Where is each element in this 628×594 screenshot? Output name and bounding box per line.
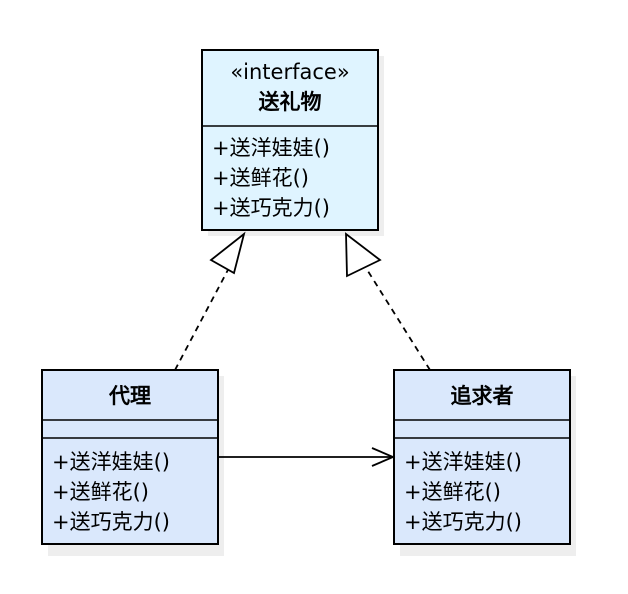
- pursuer-method: +送巧克力(): [404, 510, 522, 534]
- interface-stereotype: «interface»: [230, 60, 349, 84]
- realization-line: [365, 267, 431, 371]
- proxy-method: +送洋娃娃(): [52, 450, 170, 474]
- realization-proxy-interface: [174, 231, 246, 371]
- proxy-method: +送巧克力(): [52, 510, 170, 534]
- proxy-method: +送鲜花(): [52, 480, 149, 504]
- association-proxy-pursuer: [218, 447, 396, 467]
- pursuer-name: 追求者: [451, 384, 514, 408]
- hollow-triangle-arrowhead-icon: [345, 232, 382, 278]
- pursuer-method: +送洋娃娃(): [404, 450, 522, 474]
- interface-method: +送鲜花(): [212, 166, 309, 190]
- realization-pursuer-interface: [345, 232, 431, 371]
- hollow-triangle-arrowhead-icon: [209, 231, 246, 275]
- pursuer-class[interactable]: 追求者 +送洋娃娃() +送鲜花() +送巧克力(): [393, 369, 571, 545]
- interface-method: +送巧克力(): [212, 196, 330, 220]
- proxy-name: 代理: [108, 384, 151, 408]
- interface-name: 送礼物: [259, 90, 322, 114]
- proxy-class[interactable]: 代理 +送洋娃娃() +送鲜花() +送巧克力(): [41, 369, 219, 545]
- uml-class-diagram: «interface» 送礼物 +送洋娃娃() +送鲜花() +送巧克力() 代…: [41, 49, 576, 556]
- pursuer-method: +送鲜花(): [404, 480, 501, 504]
- interface-method: +送洋娃娃(): [212, 136, 330, 160]
- realization-line: [174, 265, 231, 371]
- interface-class[interactable]: «interface» 送礼物 +送洋娃娃() +送鲜花() +送巧克力(): [201, 49, 379, 231]
